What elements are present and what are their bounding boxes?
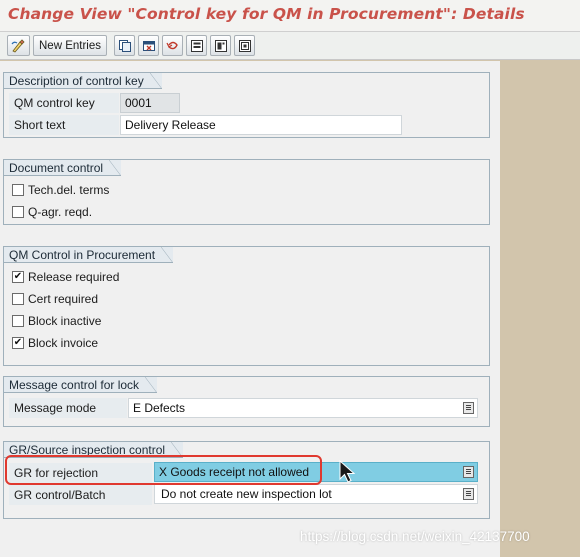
value-help-icon[interactable]: [463, 466, 474, 478]
release-required-checkbox[interactable]: ✔: [12, 271, 24, 283]
block-inactive-checkbox[interactable]: [12, 315, 24, 327]
group-title-qm-control: QM Control in Procurement: [4, 247, 174, 263]
mouse-cursor-icon: [339, 460, 356, 483]
window-title: Change View "Control key for QM in Procu…: [8, 5, 525, 23]
q-agr-reqd-checkbox-row[interactable]: Q-agr. reqd.: [12, 203, 92, 221]
copy-as-button[interactable]: [114, 35, 135, 56]
block-inactive-checkbox-row[interactable]: Block inactive: [12, 312, 101, 330]
select-block-button[interactable]: [210, 35, 231, 56]
application-toolbar: New Entries: [0, 32, 580, 60]
group-title-description: Description of control key: [4, 73, 162, 89]
copy-as-icon: [118, 39, 131, 52]
block-inactive-label: Block inactive: [28, 314, 102, 328]
cert-required-label: Cert required: [28, 292, 99, 306]
display-change-icon: [11, 38, 25, 52]
q-agr-reqd-checkbox[interactable]: [12, 206, 24, 218]
gr-rejection-value: X Goods receipt not allowed: [159, 465, 310, 479]
gr-batch-field[interactable]: Do not create new inspection lot: [154, 484, 478, 504]
value-help-icon[interactable]: [463, 488, 474, 500]
message-mode-label: Message mode: [9, 398, 127, 418]
gr-batch-label: GR control/Batch: [9, 485, 152, 505]
tech-del-terms-label: Tech.del. terms: [28, 183, 110, 197]
group-qm-control: QM Control in Procurement ✔ Release requ…: [3, 246, 490, 366]
cert-required-checkbox-row[interactable]: Cert required: [12, 290, 98, 308]
qm-control-key-field: 0001: [120, 93, 180, 113]
q-agr-reqd-label: Q-agr. reqd.: [28, 205, 93, 219]
group-title-document-control: Document control: [4, 160, 122, 176]
group-gr-control: GR/Source inspection control GR for reje…: [3, 441, 490, 519]
undo-change-icon: [165, 41, 178, 49]
new-entries-label: New Entries: [39, 39, 101, 52]
short-text-field[interactable]: Delivery Release: [120, 115, 402, 135]
title-bar: Change View "Control key for QM in Procu…: [0, 0, 580, 32]
select-all-icon: [190, 39, 203, 52]
cert-required-checkbox[interactable]: [12, 293, 24, 305]
undo-change-button[interactable]: [162, 35, 183, 56]
group-title-gr-control: GR/Source inspection control: [4, 442, 184, 458]
release-required-checkbox-row[interactable]: ✔ Release required: [12, 268, 119, 286]
deselect-all-button[interactable]: [234, 35, 255, 56]
gr-rejection-label: GR for rejection: [9, 463, 152, 483]
tech-del-terms-checkbox-row[interactable]: Tech.del. terms: [12, 181, 109, 199]
group-document-control: Document control Tech.del. terms Q-agr. …: [3, 159, 490, 225]
message-mode-field[interactable]: E Defects: [128, 398, 478, 418]
delete-icon: [142, 40, 155, 51]
block-invoice-label: Block invoice: [28, 336, 99, 350]
gr-rejection-field[interactable]: X Goods receipt not allowed: [154, 462, 478, 482]
detail-content: Description of control key QM control ke…: [0, 61, 500, 557]
group-description: Description of control key QM control ke…: [3, 72, 490, 138]
value-help-icon[interactable]: [463, 402, 474, 414]
qm-control-key-label: QM control key: [9, 93, 119, 113]
release-required-label: Release required: [28, 270, 120, 284]
block-invoice-checkbox-row[interactable]: ✔ Block invoice: [12, 334, 98, 352]
delete-button[interactable]: [138, 35, 159, 56]
deselect-all-icon: [238, 39, 251, 52]
group-message-control: Message control for lock Message mode E …: [3, 376, 490, 427]
select-all-button[interactable]: [186, 35, 207, 56]
gr-batch-value: Do not create new inspection lot: [161, 487, 332, 501]
display-change-button[interactable]: [7, 35, 30, 56]
tech-del-terms-checkbox[interactable]: [12, 184, 24, 196]
message-mode-value: E Defects: [133, 401, 186, 415]
select-block-icon: [214, 39, 227, 52]
short-text-label: Short text: [9, 115, 119, 135]
new-entries-button[interactable]: New Entries: [33, 35, 107, 56]
block-invoice-checkbox[interactable]: ✔: [12, 337, 24, 349]
group-title-message-control: Message control for lock: [4, 377, 158, 393]
watermark-text: https://blog.csdn.net/weixin_42137700: [300, 529, 530, 544]
